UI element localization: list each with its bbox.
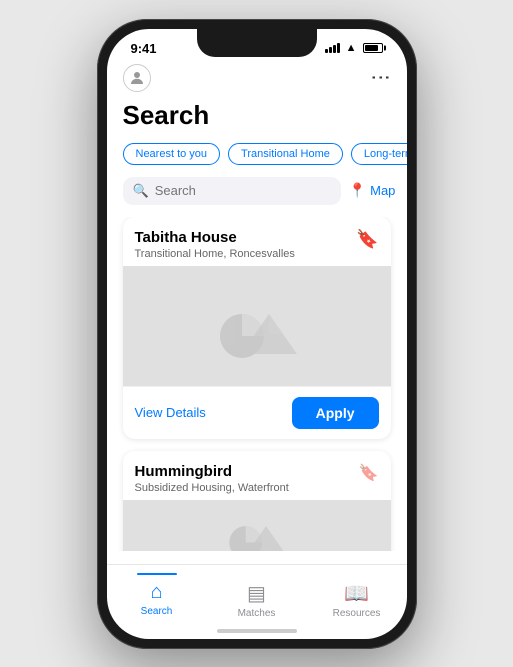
card-hummingbird-header: Hummingbird Subsidized Housing, Waterfro… bbox=[123, 451, 391, 500]
view-details-button[interactable]: View Details bbox=[135, 405, 206, 420]
card-hummingbird-subtitle: Subsidized Housing, Waterfront bbox=[135, 482, 289, 494]
map-pin-icon: 📍 bbox=[349, 182, 366, 199]
card-hummingbird-info: Hummingbird Subsidized Housing, Waterfro… bbox=[135, 463, 289, 494]
card-header: Tabitha House Transitional Home, Roncesv… bbox=[123, 217, 391, 266]
apply-button[interactable]: Apply bbox=[292, 397, 379, 429]
home-indicator bbox=[217, 629, 297, 633]
app-header: ⋮ bbox=[107, 60, 407, 100]
status-icons: ▲ bbox=[325, 42, 383, 54]
nav-matches-label: Matches bbox=[238, 608, 276, 619]
page-title: Search bbox=[107, 100, 407, 143]
card-tabitha-house: Tabitha House Transitional Home, Roncesv… bbox=[123, 217, 391, 439]
filter-chips: Nearest to you Transitional Home Long-te… bbox=[107, 143, 407, 177]
cards-container: Tabitha House Transitional Home, Roncesv… bbox=[107, 217, 407, 551]
card-image bbox=[123, 266, 391, 386]
nav-active-indicator bbox=[137, 573, 177, 575]
screen-content: ⋮ Search Nearest to you Transitional Hom… bbox=[107, 60, 407, 634]
nav-search[interactable]: ⌂ Search bbox=[107, 573, 207, 617]
notch bbox=[197, 29, 317, 57]
nav-search-icon: ⌂ bbox=[150, 581, 162, 604]
phone-frame: 9:41 ▲ ⋮ bbox=[97, 19, 417, 649]
nav-search-label: Search bbox=[141, 606, 173, 617]
card-info: Tabitha House Transitional Home, Roncesv… bbox=[135, 229, 295, 260]
placeholder-logo bbox=[207, 286, 307, 366]
bookmark-icon[interactable]: 🔖 bbox=[356, 229, 378, 250]
map-button-label: Map bbox=[370, 183, 395, 198]
wifi-icon: ▲ bbox=[346, 42, 357, 54]
nav-resources-icon: 📖 bbox=[344, 581, 369, 606]
hummingbird-bookmark-icon[interactable]: 🔖 bbox=[359, 463, 379, 483]
hummingbird-card-image bbox=[123, 500, 391, 551]
bottom-nav: ⌂ Search ▤ Matches 📖 Resources bbox=[107, 564, 407, 634]
card-actions: View Details Apply bbox=[123, 386, 391, 439]
more-menu-icon[interactable]: ⋮ bbox=[370, 67, 390, 88]
filter-chip-nearest[interactable]: Nearest to you bbox=[123, 143, 221, 165]
search-field-wrap[interactable]: 🔍 bbox=[123, 177, 341, 205]
phone-screen: 9:41 ▲ ⋮ bbox=[107, 29, 407, 639]
map-button[interactable]: 📍 Map bbox=[349, 182, 396, 199]
card-hummingbird: Hummingbird Subsidized Housing, Waterfro… bbox=[123, 451, 391, 551]
search-icon: 🔍 bbox=[133, 183, 149, 199]
battery-icon bbox=[363, 43, 383, 53]
filter-chip-longterm[interactable]: Long-term Ho... bbox=[351, 143, 407, 165]
card-title: Tabitha House bbox=[135, 229, 295, 246]
filter-chip-transitional[interactable]: Transitional Home bbox=[228, 143, 343, 165]
avatar-icon[interactable] bbox=[123, 64, 151, 92]
nav-matches-icon: ▤ bbox=[247, 581, 266, 606]
status-time: 9:41 bbox=[131, 41, 157, 56]
card-hummingbird-title: Hummingbird bbox=[135, 463, 289, 480]
card-subtitle: Transitional Home, Roncesvalles bbox=[135, 248, 295, 260]
signal-icon bbox=[325, 43, 340, 53]
nav-resources[interactable]: 📖 Resources bbox=[307, 573, 407, 619]
search-input[interactable] bbox=[155, 183, 331, 198]
search-row: 🔍 📍 Map bbox=[107, 177, 407, 217]
nav-resources-label: Resources bbox=[333, 608, 381, 619]
hummingbird-placeholder-logo bbox=[217, 505, 297, 551]
nav-matches[interactable]: ▤ Matches bbox=[207, 573, 307, 619]
